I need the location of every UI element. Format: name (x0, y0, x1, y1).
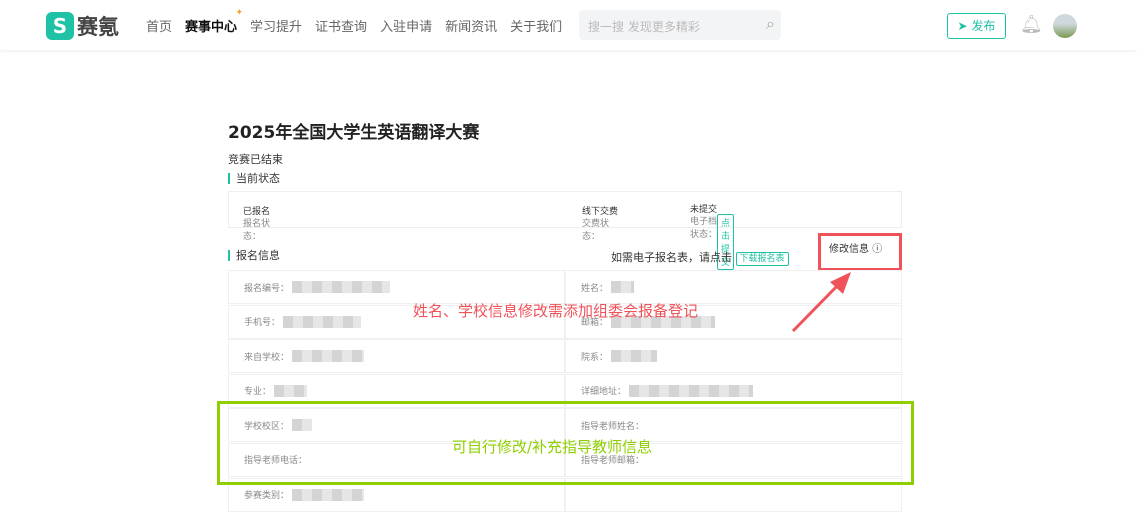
section-current-status: 当前状态 (228, 173, 280, 184)
field-label: 详细地址： (581, 387, 627, 398)
search-input[interactable]: 搜一搜 发现更多精彩 ⌕ (579, 10, 781, 40)
main-nav: 首页 赛事中心 学习提升 证书查询 入驻申请 新闻资讯 关于我们 (146, 8, 562, 35)
table-row: 来自学校： 院系： (228, 339, 902, 374)
download-form-button[interactable]: 下载报名表 (735, 252, 789, 266)
send-icon: ➤ (957, 19, 968, 33)
redacted-value (292, 350, 364, 363)
field-label: 专业： (244, 387, 272, 398)
info-cell: 报名编号： (228, 270, 565, 304)
label: 报名状态： (243, 219, 271, 242)
redacted-value (274, 384, 307, 397)
field-label: 报名编号： (244, 283, 290, 294)
top-header: S赛氪 首页 赛事中心 学习提升 证书查询 入驻申请 新闻资讯 关于我们 搜一搜… (0, 0, 1137, 50)
competition-status: 竞赛已结束 (228, 153, 283, 166)
download-hint: 如需电子报名表，请点击 下载报名表 (611, 249, 789, 266)
avatar[interactable] (1053, 14, 1077, 38)
publish-button[interactable]: ➤ 发布 (947, 13, 1006, 39)
field-label: 来自学校： (244, 352, 290, 363)
redacted-value (611, 281, 635, 293)
arrow-icon (791, 272, 851, 333)
section-registration-info: 报名信息 (228, 250, 280, 261)
highlight-red (818, 233, 902, 271)
redacted-value (611, 350, 657, 363)
search-icon[interactable]: ⌕ (766, 14, 775, 34)
field-label: 手机号： (244, 318, 281, 329)
status-box: 报名状态： 已报名 交费状态： 线下交费 电子档状态： 未提交 点击提交 (228, 191, 902, 270)
nav-certificates[interactable]: 证书查询 (315, 16, 367, 35)
redacted-value (629, 384, 753, 397)
nav-news[interactable]: 新闻资讯 (445, 16, 497, 35)
nav-learning[interactable]: 学习提升 (250, 16, 302, 35)
redacted-value (292, 281, 390, 293)
field-label: 参赛类别： (244, 491, 290, 502)
field-label: 姓名： (581, 283, 609, 294)
page-title: 2025年全国大学生英语翻译大赛 (228, 123, 480, 143)
field-label: 院系： (581, 352, 609, 363)
annotation-red: 姓名、学校信息修改需添加组委会报备登记 (413, 302, 699, 320)
redacted-value (283, 315, 362, 328)
info-cell: 来自学校： (228, 339, 565, 374)
bell-icon[interactable]: 🔔︎ (1020, 14, 1043, 35)
logo[interactable]: S 赛氪 (46, 11, 119, 41)
info-cell: 院系： (565, 339, 902, 374)
annotation-green: 可自行修改/补充指导教师信息 (452, 438, 653, 456)
nav-about[interactable]: 关于我们 (510, 16, 562, 35)
redacted-value (292, 488, 364, 501)
label: 交费状态： (582, 219, 610, 242)
nav-home[interactable]: 首页 (146, 16, 172, 35)
nav-join[interactable]: 入驻申请 (380, 16, 432, 35)
nav-competitions[interactable]: 赛事中心 (185, 8, 243, 35)
label: 电子档状态： (690, 217, 718, 240)
